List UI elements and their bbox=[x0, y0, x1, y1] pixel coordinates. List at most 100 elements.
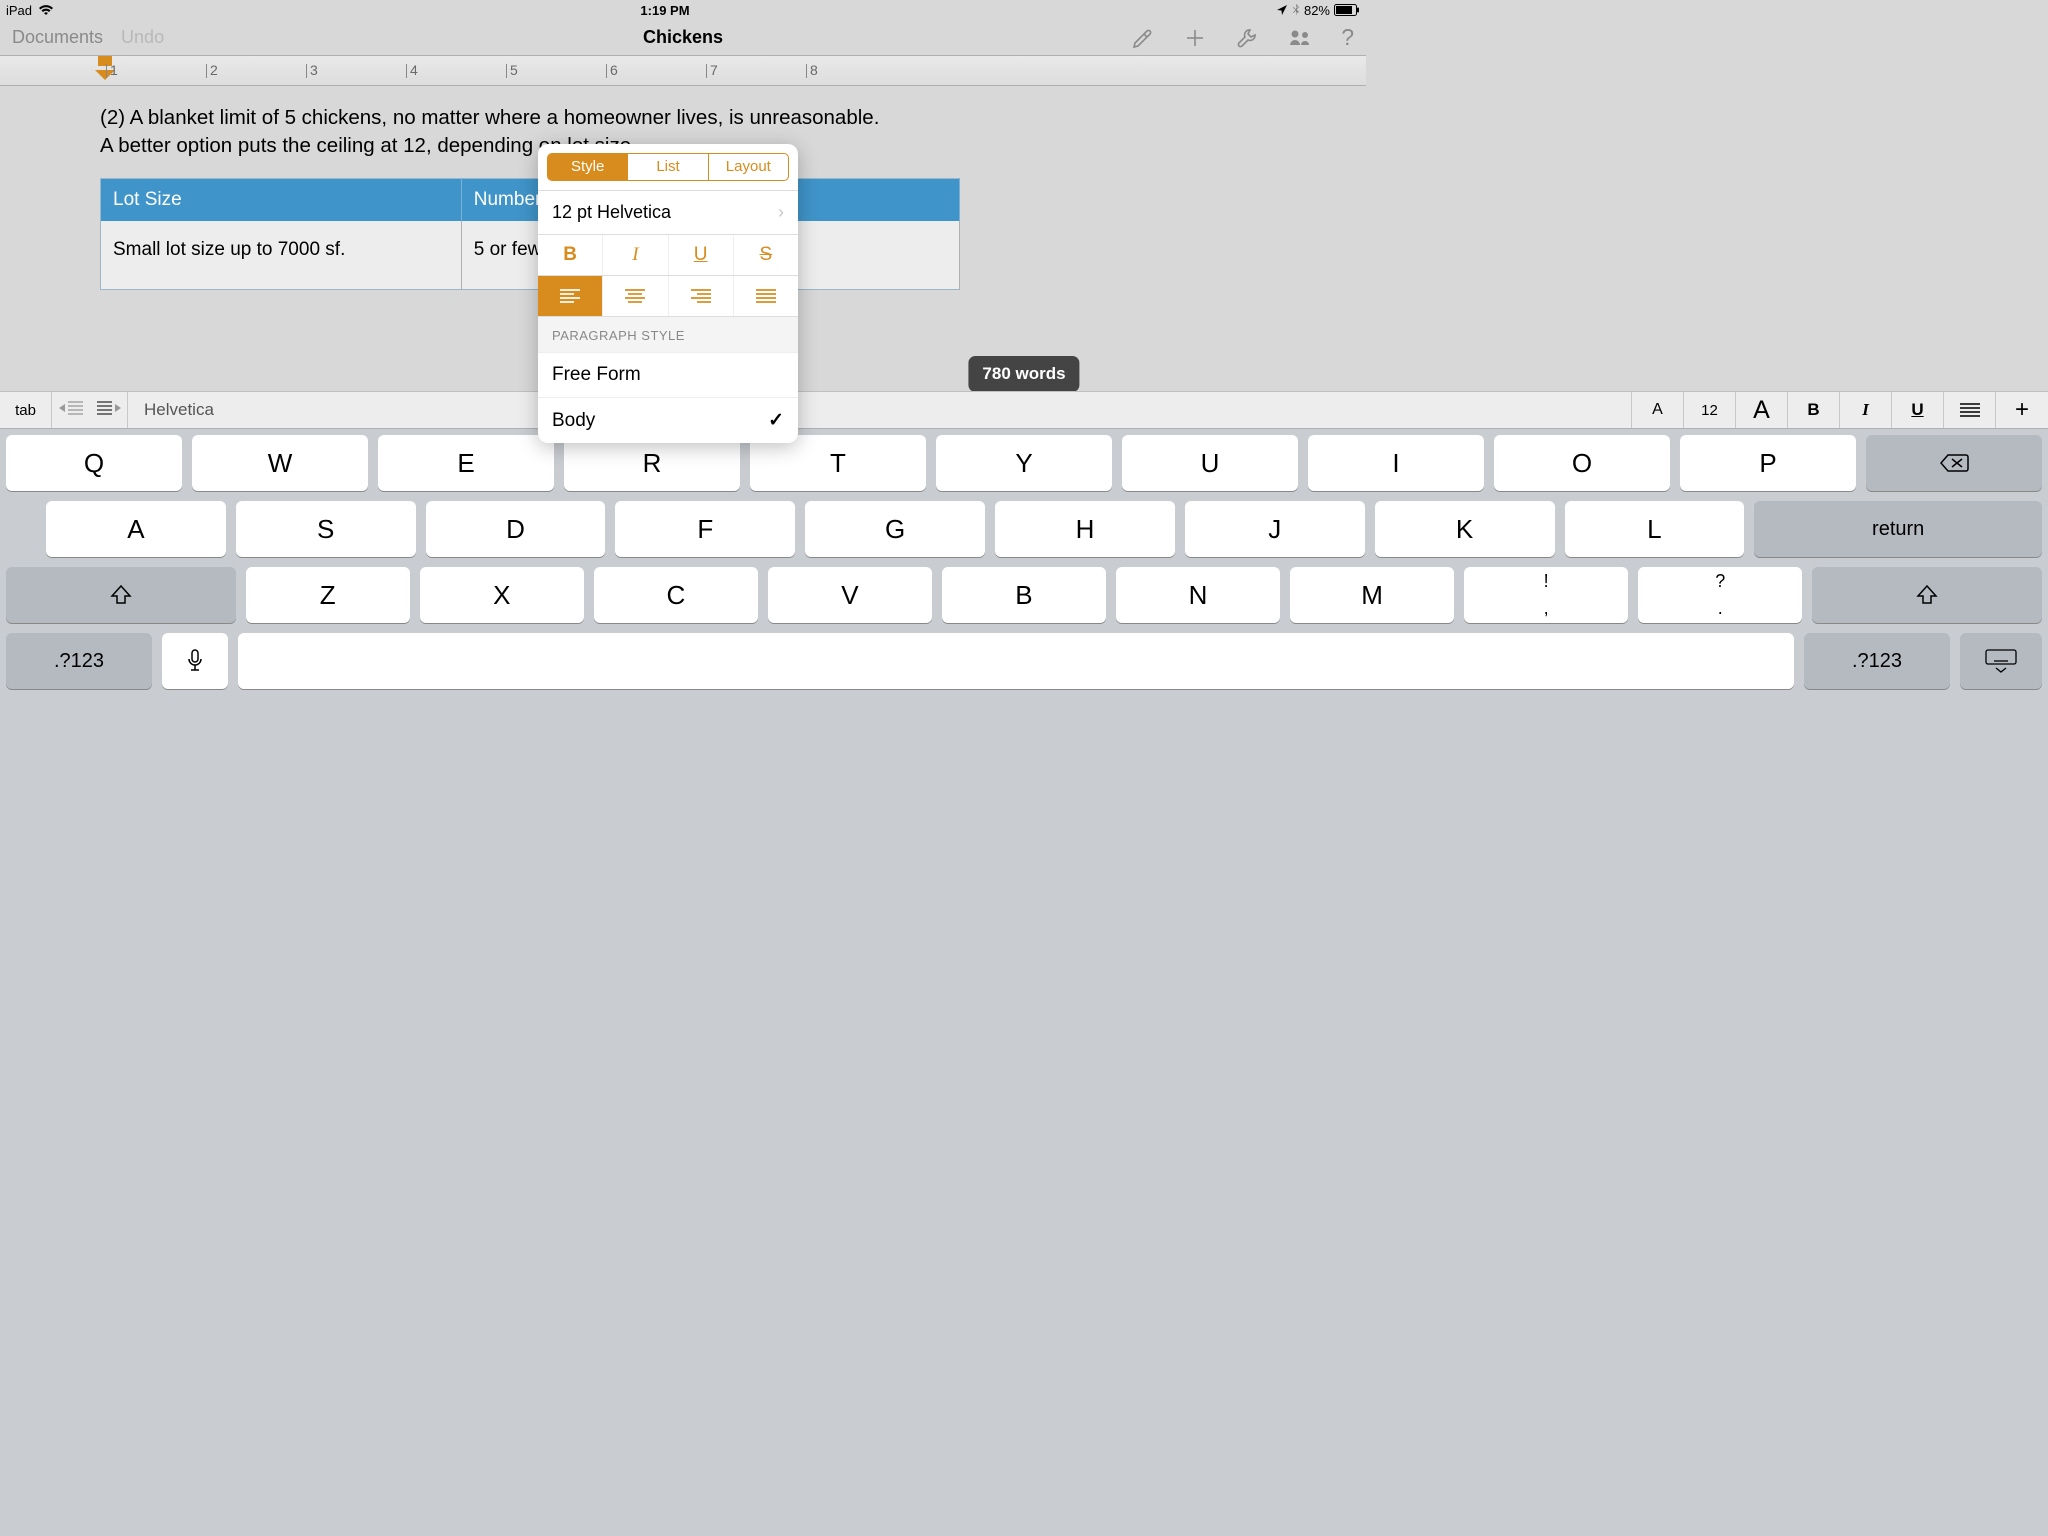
table-row: Small lot size up to 7000 sf. 5 or fewer bbox=[101, 221, 960, 290]
key-k[interactable]: K bbox=[1375, 501, 1555, 557]
document-table[interactable]: Lot Size Number of Chickens Small lot si… bbox=[100, 178, 960, 290]
indent-button[interactable]: .b line{stroke:#333} bbox=[95, 399, 121, 422]
word-count-badge[interactable]: 780 words bbox=[968, 356, 1079, 392]
key-comma[interactable]: !, bbox=[1464, 567, 1628, 623]
chevron-right-icon: › bbox=[778, 202, 784, 223]
key-d[interactable]: D bbox=[426, 501, 606, 557]
key-j[interactable]: J bbox=[1185, 501, 1365, 557]
italic-button[interactable]: I bbox=[602, 235, 667, 275]
table-header[interactable]: Lot Size bbox=[101, 179, 462, 222]
numbers-key-right[interactable]: .?123 bbox=[1804, 633, 1950, 689]
shift-key-right[interactable] bbox=[1812, 567, 2042, 623]
share-icon[interactable] bbox=[1287, 26, 1313, 50]
key-z[interactable]: Z bbox=[246, 567, 410, 623]
strikethrough-button[interactable]: S bbox=[733, 235, 798, 275]
outdent-button[interactable] bbox=[59, 399, 85, 422]
ruler-tick: 1 bbox=[110, 62, 118, 78]
battery-icon bbox=[1334, 4, 1360, 16]
font-size-increase[interactable]: A bbox=[1736, 392, 1788, 428]
align-left-button[interactable] bbox=[538, 276, 602, 316]
key-p[interactable]: P bbox=[1680, 435, 1856, 491]
tab-style[interactable]: Style bbox=[548, 154, 627, 180]
wrench-icon[interactable] bbox=[1235, 26, 1259, 50]
add-icon[interactable] bbox=[1183, 26, 1207, 50]
numbers-key-left[interactable]: .?123 bbox=[6, 633, 152, 689]
text-format-row: B I U S bbox=[538, 234, 798, 275]
undo-button[interactable]: Undo bbox=[121, 27, 164, 48]
ruler-tick: 2 bbox=[210, 62, 218, 78]
ruler[interactable]: 1 2 3 4 5 6 7 8 bbox=[0, 56, 1366, 86]
style-body[interactable]: Body ✓ bbox=[538, 397, 798, 443]
font-size-value[interactable]: 12 bbox=[1684, 392, 1736, 428]
checkmark-icon: ✓ bbox=[768, 409, 784, 432]
bold-shortcut[interactable]: B bbox=[1788, 392, 1840, 428]
ruler-tick: 4 bbox=[410, 62, 418, 78]
key-u[interactable]: U bbox=[1122, 435, 1298, 491]
location-icon bbox=[1276, 4, 1288, 16]
font-row[interactable]: 12 pt Helvetica › bbox=[538, 190, 798, 234]
tab-key-button[interactable]: tab bbox=[0, 392, 52, 428]
align-justify-button[interactable] bbox=[733, 276, 798, 316]
underline-button[interactable]: U bbox=[668, 235, 733, 275]
bluetooth-icon bbox=[1292, 3, 1300, 17]
key-b[interactable]: B bbox=[942, 567, 1106, 623]
key-t[interactable]: T bbox=[750, 435, 926, 491]
bold-button[interactable]: B bbox=[538, 235, 602, 275]
font-label: 12 pt Helvetica bbox=[552, 202, 671, 223]
key-x[interactable]: X bbox=[420, 567, 584, 623]
key-c[interactable]: C bbox=[594, 567, 758, 623]
ruler-tick: 6 bbox=[610, 62, 618, 78]
style-free-form[interactable]: Free Form bbox=[538, 352, 798, 397]
underline-shortcut[interactable]: U bbox=[1892, 392, 1944, 428]
key-n[interactable]: N bbox=[1116, 567, 1280, 623]
italic-shortcut[interactable]: I bbox=[1840, 392, 1892, 428]
key-h[interactable]: H bbox=[995, 501, 1175, 557]
key-g[interactable]: G bbox=[805, 501, 985, 557]
key-r[interactable]: R bbox=[564, 435, 740, 491]
return-key[interactable]: return bbox=[1754, 501, 2042, 557]
insert-shortcut[interactable]: + bbox=[1996, 392, 2048, 428]
font-name-button[interactable]: Helvetica bbox=[128, 392, 1632, 428]
onscreen-keyboard: Q W E R T Y U I O P A S D F G H J K L re… bbox=[0, 429, 2048, 1536]
table-cell[interactable]: Small lot size up to 7000 sf. bbox=[101, 221, 462, 290]
format-popover: Style List Layout 12 pt Helvetica › B I … bbox=[538, 144, 798, 443]
key-i[interactable]: I bbox=[1308, 435, 1484, 491]
hide-keyboard-key[interactable] bbox=[1960, 633, 2042, 689]
key-o[interactable]: O bbox=[1494, 435, 1670, 491]
key-a[interactable]: A bbox=[46, 501, 226, 557]
font-size-decrease[interactable]: A bbox=[1632, 392, 1684, 428]
key-f[interactable]: F bbox=[615, 501, 795, 557]
popover-segmented-control: Style List Layout bbox=[547, 153, 789, 181]
alignment-row bbox=[538, 275, 798, 316]
document-area[interactable]: (2) A blanket limit of 5 chickens, no ma… bbox=[0, 86, 2048, 1536]
help-icon[interactable]: ? bbox=[1341, 24, 1354, 51]
key-period[interactable]: ?. bbox=[1638, 567, 1802, 623]
key-w[interactable]: W bbox=[192, 435, 368, 491]
key-s[interactable]: S bbox=[236, 501, 416, 557]
indent-controls: .b line{stroke:#333} bbox=[52, 392, 128, 428]
tab-list[interactable]: List bbox=[627, 154, 707, 180]
document-paragraph[interactable]: (2) A blanket limit of 5 chickens, no ma… bbox=[0, 86, 2048, 164]
status-bar: iPad 1:19 PM 82% bbox=[0, 0, 1366, 20]
align-right-button[interactable] bbox=[668, 276, 733, 316]
ruler-tick: 7 bbox=[710, 62, 718, 78]
key-e[interactable]: E bbox=[378, 435, 554, 491]
key-l[interactable]: L bbox=[1565, 501, 1745, 557]
dictation-key[interactable] bbox=[162, 633, 228, 689]
ruler-tick: 3 bbox=[310, 62, 318, 78]
key-y[interactable]: Y bbox=[936, 435, 1112, 491]
shift-key-left[interactable] bbox=[6, 567, 236, 623]
key-m[interactable]: M bbox=[1290, 567, 1454, 623]
key-v[interactable]: V bbox=[768, 567, 932, 623]
tab-layout[interactable]: Layout bbox=[708, 154, 788, 180]
format-brush-icon[interactable] bbox=[1131, 26, 1155, 50]
documents-button[interactable]: Documents bbox=[12, 27, 103, 48]
align-center-button[interactable] bbox=[602, 276, 667, 316]
backspace-key[interactable] bbox=[1866, 435, 2042, 491]
device-label: iPad bbox=[6, 3, 32, 18]
status-time: 1:19 PM bbox=[54, 3, 1276, 18]
align-shortcut[interactable] bbox=[1944, 392, 1996, 428]
spacebar-key[interactable] bbox=[238, 633, 1794, 689]
key-q[interactable]: Q bbox=[6, 435, 182, 491]
ruler-tick: 5 bbox=[510, 62, 518, 78]
